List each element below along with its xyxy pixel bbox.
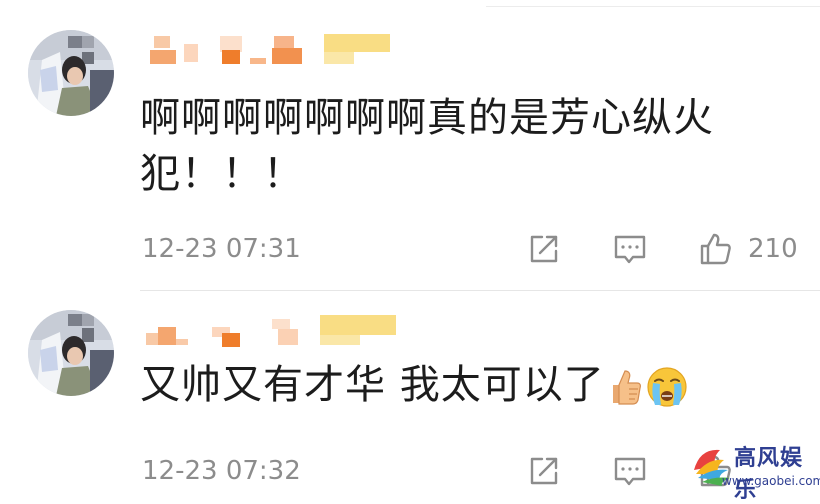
share-icon[interactable] bbox=[526, 231, 562, 267]
avatar[interactable] bbox=[28, 310, 114, 396]
share-icon[interactable] bbox=[526, 453, 562, 489]
timestamp: 12-23 07:32 bbox=[142, 456, 301, 486]
comment-text-line: 啊啊啊啊啊啊啊真的是芳心纵火 bbox=[140, 95, 714, 141]
comment-icon[interactable] bbox=[612, 453, 648, 489]
timestamp: 12-23 07:31 bbox=[142, 234, 301, 264]
username-blurred bbox=[140, 309, 400, 349]
username-blurred bbox=[140, 28, 400, 68]
watermark-url: www.gaobei.com bbox=[722, 474, 820, 488]
crying-face-emoji bbox=[645, 365, 689, 409]
thumbs-up-emoji bbox=[607, 367, 643, 407]
like-count: 210 bbox=[748, 234, 798, 264]
comment-text-line: 又帅又有才华 我太可以了 bbox=[140, 362, 605, 408]
avatar-image bbox=[28, 310, 114, 396]
comment-text: 又帅又有才华 我太可以了 bbox=[140, 357, 800, 413]
watermark-title: 高风娱乐 bbox=[734, 446, 804, 503]
thumbs-up-icon[interactable] bbox=[698, 231, 734, 267]
comment-text-line: 犯！！！ bbox=[140, 151, 304, 197]
comment-icon[interactable] bbox=[612, 231, 648, 267]
avatar-image bbox=[28, 30, 114, 116]
avatar[interactable] bbox=[28, 30, 114, 116]
watermark: 高风娱乐 www.gaobei.com bbox=[690, 436, 820, 503]
comment-item: 啊啊啊啊啊啊啊真的是芳心纵火 犯！！！ 12-23 07:31 210 bbox=[0, 0, 820, 290]
comment-text: 啊啊啊啊啊啊啊真的是芳心纵火 犯！！！ bbox=[140, 90, 800, 202]
